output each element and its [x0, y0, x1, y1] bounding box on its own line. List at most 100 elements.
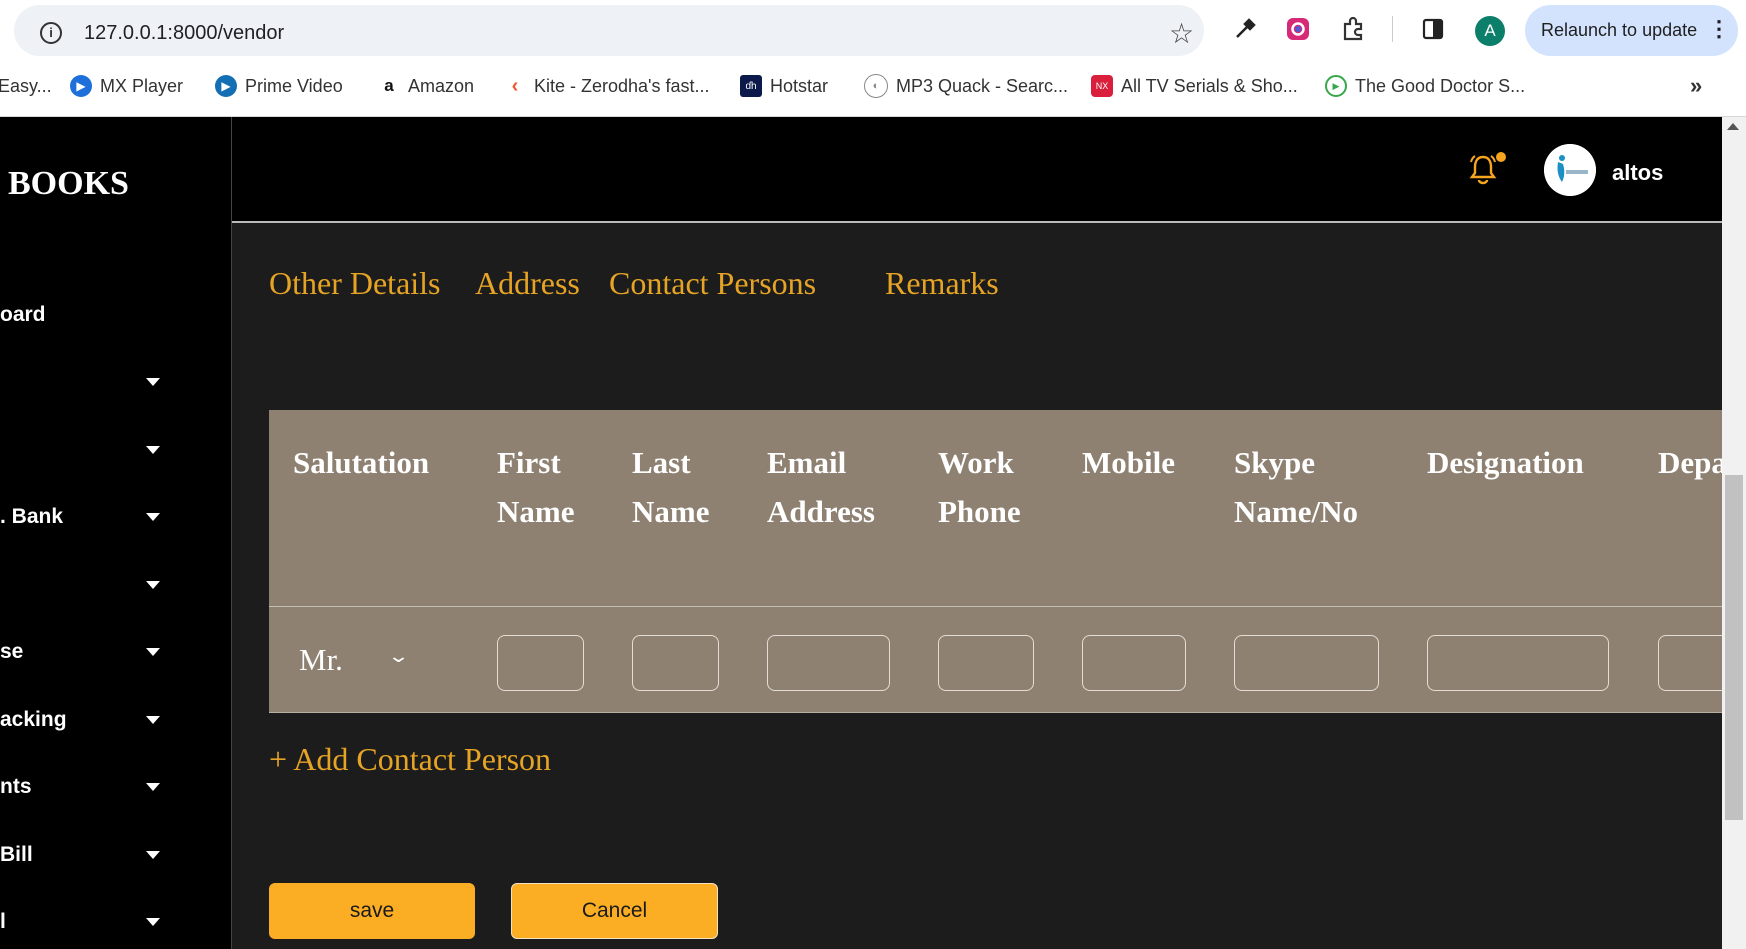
add-contact-person-link[interactable]: + Add Contact Person [269, 741, 551, 778]
column-header-salutation: Salutation [293, 445, 430, 480]
department-input[interactable] [1658, 635, 1722, 691]
sidebar-item-label: l [0, 910, 6, 933]
tab-remarks[interactable]: Remarks [885, 265, 999, 302]
bookmark-mp3-quack[interactable]: ◐ MP3 Quack - Searc... [864, 73, 1068, 99]
address-bar[interactable]: i 127.0.0.1:8000/vendor ☆ [14, 5, 1204, 56]
bookmark-label: Kite - Zerodha's fast... [534, 75, 710, 96]
tab-other-details[interactable]: Other Details [269, 265, 441, 302]
caret-down-icon [146, 783, 160, 791]
sidebar-item-tracking[interactable]: acking [0, 700, 231, 740]
bookmark-hotstar[interactable]: ɗh Hotstar [740, 73, 828, 99]
column-header-department: Depa [1658, 445, 1722, 480]
user-avatar[interactable] [1544, 144, 1596, 196]
more-bookmarks-icon[interactable]: » [1690, 73, 1702, 99]
sidebar-item-dashboard[interactable]: oard [0, 295, 231, 335]
bookmark-star-icon[interactable]: ☆ [1169, 17, 1194, 50]
bookmark-label: Amazon [408, 75, 475, 96]
relaunch-label: Relaunch to update [1541, 20, 1698, 40]
table-header-divider [269, 606, 1722, 607]
sidebar-item-label: acking [0, 708, 67, 731]
extensions-puzzle-icon[interactable] [1338, 14, 1368, 44]
bookmark-mx-player[interactable]: ▶ MX Player [70, 73, 183, 99]
sidebar-item-bill[interactable]: Bill [0, 835, 231, 875]
sidebar: BOOKS oard . Bank se acking nts Bill l [0, 117, 232, 949]
sidebar-item-bank[interactable]: . Bank [0, 497, 231, 537]
bookmark-prime-video[interactable]: ▶ Prime Video [215, 73, 343, 99]
sidebar-item-1[interactable] [0, 362, 231, 402]
play-circle-icon: ▶ [1325, 75, 1347, 97]
table-bottom-border [269, 712, 1722, 713]
top-header: altos [232, 117, 1722, 223]
mobile-input[interactable] [1082, 635, 1186, 691]
menu-dots-icon[interactable]: ⋮ [1708, 16, 1730, 42]
bookmark-kite[interactable]: ‹ Kite - Zerodha's fast... [504, 73, 710, 99]
salutation-select[interactable]: Mr. ⌄ [299, 634, 419, 690]
salutation-value: Mr. [299, 642, 343, 677]
kite-icon: ‹ [504, 75, 526, 97]
caret-down-icon [146, 378, 160, 386]
caret-down-icon [146, 918, 160, 926]
toolbar-divider [1392, 16, 1393, 42]
column-header-last-name: Last Name [632, 445, 710, 529]
sidebar-item-payments[interactable]: nts [0, 767, 231, 807]
bookmark-good-doctor[interactable]: ▶ The Good Doctor S... [1325, 73, 1525, 99]
notification-bell-icon[interactable] [1468, 153, 1498, 185]
caret-down-icon [146, 446, 160, 454]
save-button[interactable]: save [269, 883, 475, 939]
bookmark-label: All TV Serials & Sho... [1121, 75, 1298, 96]
first-name-input[interactable] [497, 635, 584, 691]
user-name[interactable]: altos [1612, 160, 1663, 186]
caret-down-icon [146, 716, 160, 724]
sidebar-item-9[interactable]: l [0, 902, 231, 942]
designation-input[interactable] [1427, 635, 1609, 691]
relaunch-button[interactable]: Relaunch to update ⋮ [1525, 5, 1738, 56]
bookmark-label: Hotstar [770, 75, 829, 96]
sidebar-item-2[interactable] [0, 430, 231, 470]
bookmark-label: MP3 Quack - Searc... [896, 75, 1069, 96]
cancel-button[interactable]: Cancel [511, 883, 718, 939]
column-header-email-address: Email Address [767, 445, 875, 529]
page-scrollbar[interactable] [1722, 117, 1746, 949]
mx-player-icon: ▶ [70, 75, 92, 97]
eyedropper-icon[interactable] [1230, 14, 1260, 44]
bookmark-label: The Good Doctor S... [1355, 75, 1526, 96]
column-header-first-name: First Name [497, 445, 575, 529]
bookmark-amazon[interactable]: a Amazon [378, 73, 474, 99]
column-header-skype: Skype Name/No [1234, 445, 1358, 529]
caret-down-icon [146, 851, 160, 859]
info-icon[interactable]: i [40, 22, 62, 44]
email-address-input[interactable] [767, 635, 890, 691]
caret-down-icon [146, 581, 160, 589]
skype-input[interactable] [1234, 635, 1379, 691]
url-text[interactable]: 127.0.0.1:8000/vendor [84, 22, 284, 45]
caret-down-icon [146, 648, 160, 656]
main-content: Other Details Address Contact Persons Re… [232, 223, 1722, 949]
tv-serials-icon: NX [1091, 75, 1113, 97]
notification-badge [1496, 152, 1506, 162]
instagram-extension-icon[interactable] [1283, 14, 1313, 44]
bookmark-label: Prime Video [245, 75, 343, 96]
profile-avatar[interactable]: A [1475, 16, 1505, 46]
scroll-up-arrow-icon[interactable] [1727, 123, 1739, 130]
chevron-down-icon: ⌄ [387, 646, 410, 666]
sidebar-item-se[interactable]: se [0, 632, 231, 672]
contact-persons-table: Salutation First Name Last Name Email Ad… [269, 410, 1722, 713]
sidebar-item-label: Bill [0, 843, 33, 866]
column-header-mobile: Mobile [1082, 445, 1175, 480]
sidebar-item-label: se [0, 640, 24, 663]
sidebar-item-4[interactable] [0, 565, 231, 605]
side-panel-icon[interactable] [1418, 14, 1448, 44]
tab-address[interactable]: Address [475, 265, 580, 302]
bookmark-tv-serials[interactable]: NX All TV Serials & Sho... [1091, 73, 1298, 99]
column-header-designation: Designation [1427, 445, 1584, 480]
sidebar-item-label: oard [0, 303, 46, 326]
amazon-icon: a [378, 75, 400, 97]
tab-contact-persons[interactable]: Contact Persons [609, 265, 816, 302]
scrollbar-thumb[interactable] [1725, 475, 1743, 820]
browser-chrome: i 127.0.0.1:8000/vendor ☆ A Relaunch to … [0, 0, 1746, 117]
bookmark-label: MX Player [100, 75, 184, 96]
work-phone-input[interactable] [938, 635, 1034, 691]
last-name-input[interactable] [632, 635, 719, 691]
bookmark-easy[interactable]: Easy... [0, 73, 52, 99]
duck-icon: ◐ [864, 74, 888, 98]
